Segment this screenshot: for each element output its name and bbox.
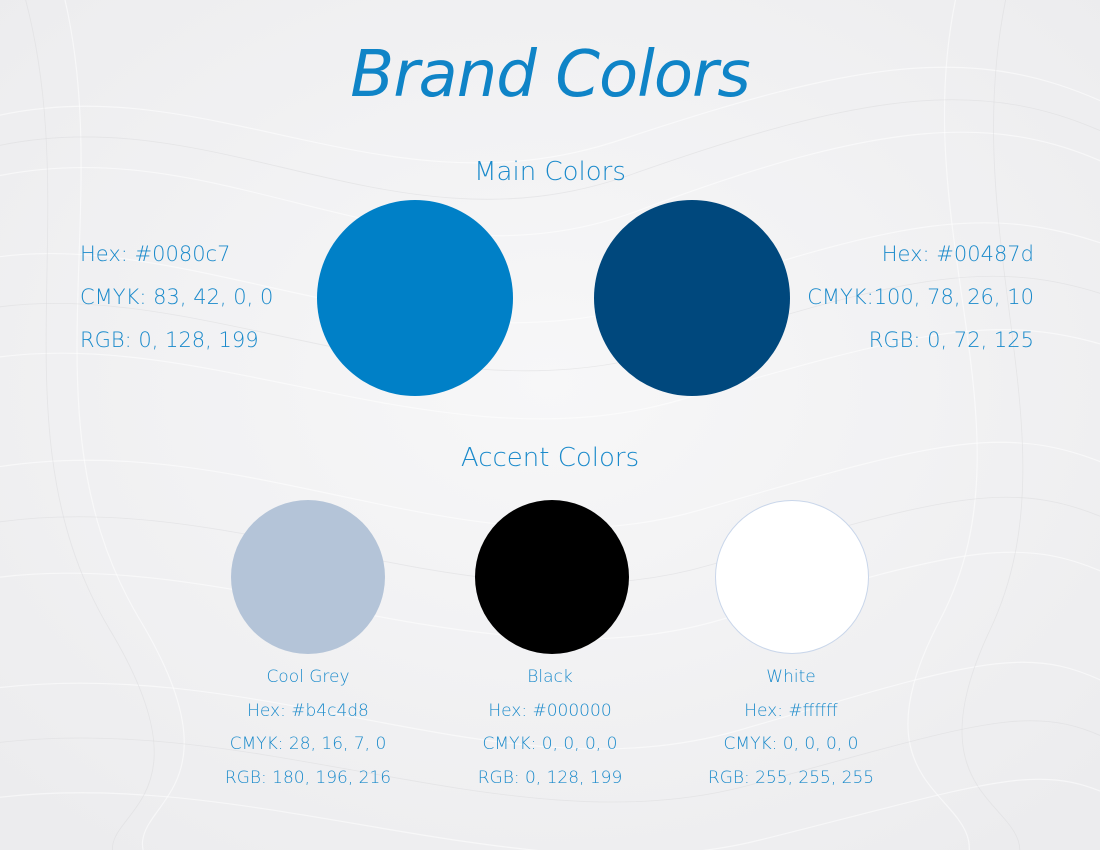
accent-color-name: Black xyxy=(527,667,573,687)
main-colors-heading: Main Colors xyxy=(474,157,626,187)
accent-color-cmyk: CMYK: 28, 16, 7, 0 xyxy=(229,734,387,754)
main-color-1-info: Hex: #0080c7 CMYK: 83, 42, 0, 0 RGB: 0, … xyxy=(80,233,273,362)
accent-color-white-info: White Hex: #ffffff CMYK: 0, 0, 0, 0 RGB:… xyxy=(671,661,911,795)
page-title: Brand Colors xyxy=(350,38,750,112)
accent-color-hex: Hex: #000000 xyxy=(488,700,612,721)
accent-color-hex: Hex: #b4c4d8 xyxy=(247,700,369,721)
accent-color-rgb: RGB: 0, 128, 199 xyxy=(477,767,623,788)
accent-color-white-swatch xyxy=(715,500,869,654)
main-color-1-rgb: RGB: 0, 128, 199 xyxy=(80,328,259,352)
main-color-2-hex: Hex: #00487d xyxy=(881,242,1034,266)
main-color-2-info: Hex: #00487d CMYK:100, 78, 26, 10 RGB: 0… xyxy=(807,233,1034,362)
accent-color-hex: Hex: #ffffff xyxy=(744,700,838,721)
accent-color-cool-grey-swatch xyxy=(231,500,385,654)
accent-color-cmyk: CMYK: 0, 0, 0, 0 xyxy=(723,734,859,754)
accent-colors-heading: Accent Colors xyxy=(460,443,640,473)
accent-color-name: Cool Grey xyxy=(266,667,350,687)
main-color-2-cmyk: CMYK:100, 78, 26, 10 xyxy=(807,285,1034,309)
accent-color-rgb: RGB: 180, 196, 216 xyxy=(224,767,392,788)
main-color-1-hex: Hex: #0080c7 xyxy=(80,242,231,266)
accent-color-cool-grey-info: Cool Grey Hex: #b4c4d8 CMYK: 28, 16, 7, … xyxy=(188,661,428,795)
accent-color-name: White xyxy=(766,667,816,687)
main-color-2-swatch xyxy=(594,200,790,396)
accent-color-black-info: Black Hex: #000000 CMYK: 0, 0, 0, 0 RGB:… xyxy=(430,661,670,795)
accent-color-black-swatch xyxy=(475,500,629,654)
main-color-1-cmyk: CMYK: 83, 42, 0, 0 xyxy=(80,285,274,309)
main-color-2-rgb: RGB: 0, 72, 125 xyxy=(868,328,1034,352)
accent-color-rgb: RGB: 255, 255, 255 xyxy=(707,767,875,788)
main-color-1-swatch xyxy=(317,200,513,396)
accent-color-cmyk: CMYK: 0, 0, 0, 0 xyxy=(482,734,618,754)
